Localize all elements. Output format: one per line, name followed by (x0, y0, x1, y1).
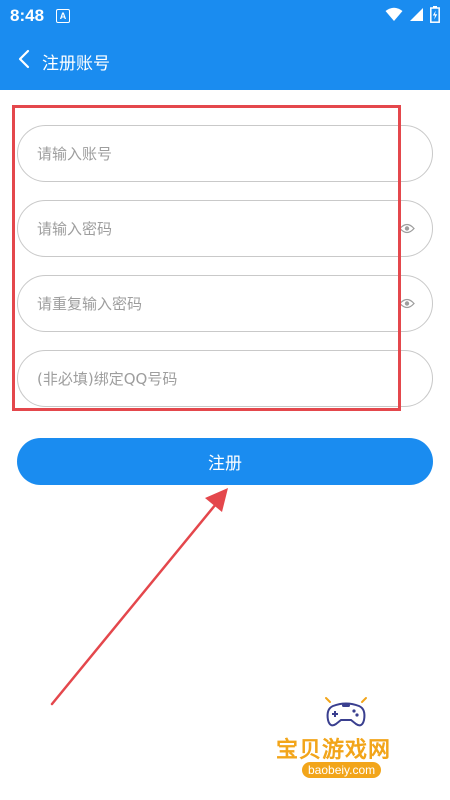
eye-icon[interactable] (398, 222, 416, 236)
watermark-title: 宝贝游戏网 (276, 738, 392, 763)
watermark-logo: 宝贝游戏网 baobeiy.com (272, 690, 422, 785)
page-title: 注册账号 (42, 53, 110, 74)
status-icons (385, 5, 440, 27)
password-field[interactable] (17, 200, 433, 257)
watermark-domain: baobeiy.com (302, 762, 382, 778)
register-button[interactable]: 注册 (17, 438, 433, 485)
account-field[interactable] (17, 125, 433, 182)
app-bar: 注册账号 (0, 32, 450, 90)
wifi-icon (385, 7, 403, 26)
gamepad-icon (324, 696, 368, 736)
eye-icon[interactable] (398, 297, 416, 311)
notification-app-icon: A (56, 9, 71, 23)
password-input[interactable] (37, 219, 398, 238)
chevron-left-icon (18, 49, 30, 73)
account-input[interactable] (37, 144, 416, 163)
confirm-password-input[interactable] (37, 294, 398, 313)
qq-input[interactable] (37, 369, 416, 388)
qq-field[interactable] (17, 350, 433, 407)
status-bar: 8:48 A (0, 0, 450, 32)
back-button[interactable] (4, 32, 44, 90)
status-time: 8:48 (10, 6, 45, 25)
signal-icon (409, 7, 424, 26)
battery-icon (430, 5, 440, 27)
confirm-password-field[interactable] (17, 275, 433, 332)
